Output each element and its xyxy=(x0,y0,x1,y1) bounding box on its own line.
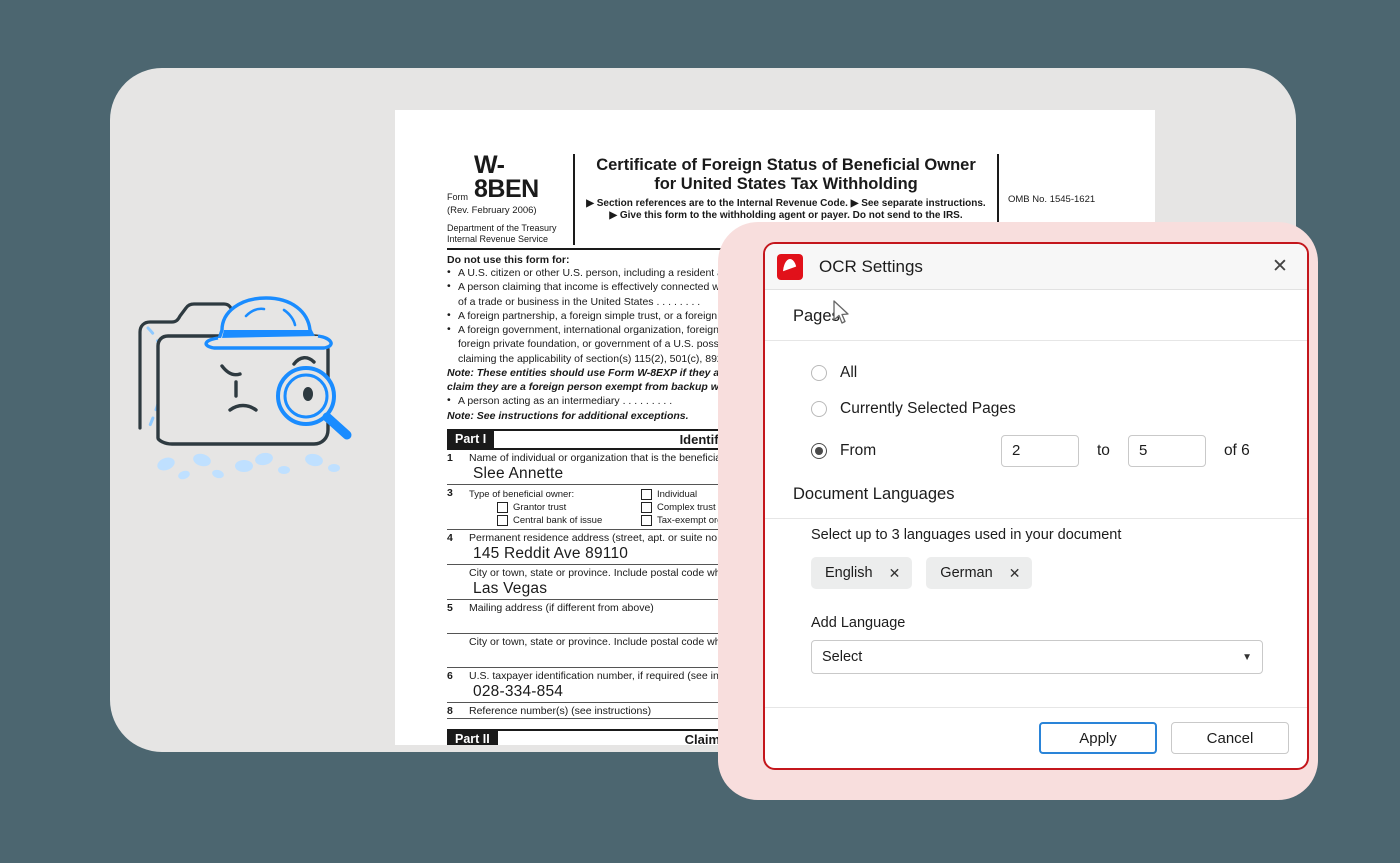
line-number: 8 xyxy=(447,704,453,717)
form-number: W-8BEN xyxy=(474,151,539,203)
radio-indicator-from[interactable] xyxy=(811,443,827,459)
dialog-title: OCR Settings xyxy=(819,256,923,276)
radio-indicator-all[interactable] xyxy=(811,365,827,381)
department-line-1: Department of the Treasury xyxy=(447,222,557,233)
checkbox-individual[interactable] xyxy=(641,488,652,500)
language-chip-german[interactable]: German ✕ xyxy=(926,557,1033,589)
apply-button[interactable]: Apply xyxy=(1039,722,1157,754)
line-number: 4 xyxy=(447,531,453,544)
ocr-settings-dialog: OCR Settings ✕ Pages All Currently Selec… xyxy=(763,242,1309,770)
form-revision: (Rev. February 2006) xyxy=(447,204,537,216)
languages-section-heading: Document Languages xyxy=(765,475,1307,519)
checkbox-label: Grantor trust xyxy=(513,501,567,513)
form-title-line-2: for United States Tax Withholding xyxy=(654,174,918,193)
to-label: to xyxy=(1097,442,1110,459)
pages-section-heading: Pages xyxy=(765,290,1307,341)
close-icon[interactable]: ✕ xyxy=(1267,254,1293,280)
checkbox-label: Central bank of issue xyxy=(513,514,603,526)
detective-folder-illustration xyxy=(118,278,386,490)
department-line-2: Internal Revenue Service xyxy=(447,233,549,244)
cancel-button[interactable]: Cancel xyxy=(1171,722,1289,754)
line-number: 1 xyxy=(447,451,453,464)
page-from-input[interactable]: 2 xyxy=(1001,435,1079,467)
page-to-input[interactable]: 5 xyxy=(1127,435,1206,467)
languages-hint: Select up to 3 languages used in your do… xyxy=(811,527,1122,543)
radio-label-all: All xyxy=(840,364,858,381)
language-chip-list: English ✕ German ✕ xyxy=(811,557,1307,589)
form-label: Form xyxy=(447,191,468,202)
checkbox-central-bank[interactable] xyxy=(497,514,508,526)
radio-label-from: From xyxy=(840,442,877,459)
form-subtitle-line-2: ▶ Give this form to the withholding agen… xyxy=(609,209,963,221)
checkbox-grantor-trust[interactable] xyxy=(497,501,508,513)
checkbox-label: Complex trust xyxy=(657,501,716,513)
part-2-number: Part II xyxy=(447,730,498,745)
language-chip-label: German xyxy=(940,565,993,581)
add-language-select-value: Select xyxy=(822,649,863,665)
add-language-label: Add Language xyxy=(811,615,906,631)
dialog-title-bar: OCR Settings ✕ xyxy=(765,244,1307,290)
screenshot-root: Form W-8BEN (Rev. February 2006) Departm… xyxy=(0,0,1400,863)
remove-language-icon[interactable]: ✕ xyxy=(1009,565,1021,582)
checkbox-complex-trust[interactable] xyxy=(641,501,652,513)
line-label: Type of beneficial owner: xyxy=(469,488,575,500)
radio-option-currently-selected[interactable]: Currently Selected Pages xyxy=(811,391,1307,427)
pages-options: All Currently Selected Pages From 2 to 5… xyxy=(765,341,1307,475)
total-pages-label: of 6 xyxy=(1223,442,1250,459)
part-1-number: Part I xyxy=(447,430,495,448)
mouse-cursor-icon xyxy=(833,300,849,324)
radio-label-currently-selected: Currently Selected Pages xyxy=(840,400,1016,417)
checkbox-tax-exempt[interactable] xyxy=(641,514,652,526)
checkbox-label: Individual xyxy=(657,488,698,500)
radio-option-from[interactable]: From 2 to 5 of 6 xyxy=(811,433,1307,469)
radio-indicator-currently-selected[interactable] xyxy=(811,401,827,417)
line-number: 5 xyxy=(447,601,453,614)
line-number: 6 xyxy=(447,669,453,682)
form-note-2: Note: See instructions for additional ex… xyxy=(447,409,689,422)
radio-option-all[interactable]: All xyxy=(811,355,1307,391)
language-chip-english[interactable]: English ✕ xyxy=(811,557,913,589)
chevron-down-icon[interactable]: ▼ xyxy=(1242,652,1252,663)
languages-options: Select up to 3 languages used in your do… xyxy=(765,519,1307,674)
add-language-select[interactable]: Select ▼ xyxy=(811,640,1263,674)
dialog-footer: Apply Cancel xyxy=(765,707,1307,768)
remove-language-icon[interactable]: ✕ xyxy=(889,565,901,582)
form-title-line-1: Certificate of Foreign Status of Benefic… xyxy=(596,156,976,174)
acrobat-app-icon xyxy=(777,253,803,280)
line-number: 3 xyxy=(447,486,453,499)
language-chip-label: English xyxy=(825,565,873,581)
form-subtitle-line-1: ▶ Section references are to the Internal… xyxy=(586,197,986,209)
